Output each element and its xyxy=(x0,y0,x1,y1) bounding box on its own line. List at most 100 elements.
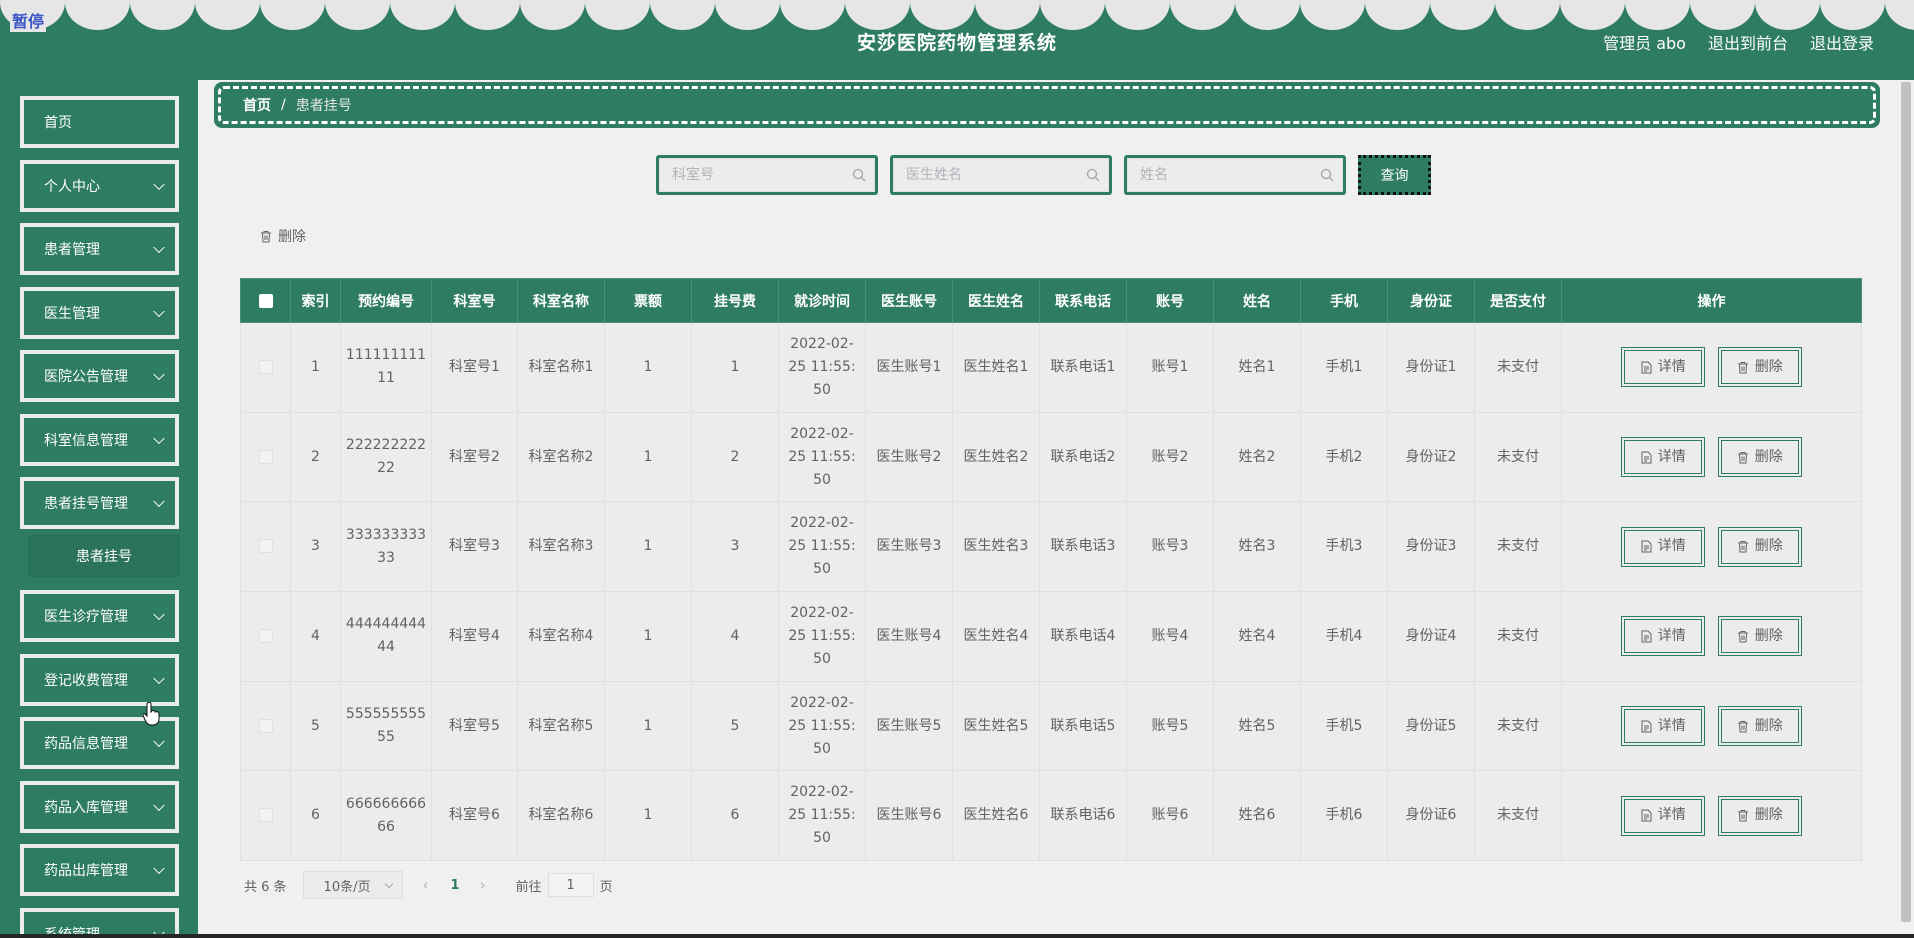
row-checkbox[interactable] xyxy=(258,449,273,464)
breadcrumb-home[interactable]: 首页 xyxy=(243,95,271,115)
detail-button[interactable]: 详情 xyxy=(1621,437,1706,478)
delete-button[interactable]: 删除 xyxy=(1717,795,1802,836)
row-select-cell[interactable] xyxy=(240,322,291,413)
sidebar-item-doctor-management[interactable]: 医生管理 xyxy=(20,287,179,339)
account-cell: 账号4 xyxy=(1126,591,1214,682)
sidebar-item-department-management[interactable]: 科室信息管理 xyxy=(20,414,179,466)
chevron-down-icon xyxy=(153,735,165,748)
breadcrumb: 首页 / 患者挂号 xyxy=(214,82,1880,128)
dept-no-cell: 科室号3 xyxy=(431,501,518,593)
sidebar-item-patient-management[interactable]: 患者管理 xyxy=(20,223,179,275)
sidebar-item-home[interactable]: 首页 xyxy=(20,96,179,148)
scallop-decoration xyxy=(0,0,1914,30)
chevron-down-icon xyxy=(153,799,165,812)
row-checkbox[interactable] xyxy=(258,359,273,374)
chevron-down-icon xyxy=(153,305,165,318)
sidebar-subitem-patient-registration[interactable]: 患者挂号 xyxy=(28,535,180,577)
appointment-no-cell: 111111111 11 xyxy=(340,322,432,413)
sidebar-subitem-label: 患者挂号 xyxy=(76,549,132,565)
batch-delete-button[interactable]: 删除 xyxy=(260,226,306,246)
row-checkbox[interactable] xyxy=(258,539,273,554)
detail-button[interactable]: 详情 xyxy=(1621,706,1706,747)
dept-no-cell: 科室号2 xyxy=(431,411,518,503)
delete-button[interactable]: 删除 xyxy=(1717,437,1802,478)
account-cell: 账号1 xyxy=(1126,322,1214,413)
table-row: 6 666666666 66 科室号6 科室名称6 1 6 2022-02- 25 … xyxy=(240,770,1862,862)
doctor-name-input[interactable] xyxy=(893,158,1109,192)
sidebar-item-label: 患者挂号管理 xyxy=(44,496,128,512)
prev-page-button[interactable]: ‹ xyxy=(423,876,429,894)
delete-label: 删除 xyxy=(1754,538,1783,555)
ticket-cell: 1 xyxy=(604,411,692,503)
detail-label: 详情 xyxy=(1657,358,1686,375)
doctor-name-cell: 医生姓名4 xyxy=(952,591,1040,682)
document-icon xyxy=(1641,540,1652,553)
ticket-cell: 1 xyxy=(604,680,692,772)
delete-button[interactable]: 删除 xyxy=(1717,526,1802,567)
dept-name-cell: 科室名称1 xyxy=(517,322,605,413)
detail-button[interactable]: 详情 xyxy=(1621,616,1706,657)
detail-button[interactable]: 详情 xyxy=(1621,347,1706,388)
breadcrumb-current: 患者挂号 xyxy=(295,98,352,114)
row-checkbox[interactable] xyxy=(258,628,273,643)
next-page-button[interactable]: › xyxy=(480,876,486,894)
appointment-no-part: 555555555 xyxy=(345,706,427,723)
row-select-cell[interactable] xyxy=(240,501,291,593)
appointment-no-part: 44 xyxy=(377,639,395,656)
scallop-shape xyxy=(1885,0,1914,30)
sidebar-item-drug-stock-out-management[interactable]: 药品出库管理 xyxy=(20,844,179,896)
sidebar-item-diagnosis-management[interactable]: 医生诊疗管理 xyxy=(20,590,179,642)
scallop-shape xyxy=(455,0,520,30)
dept-name-cell: 科室名称4 xyxy=(517,591,605,682)
doctor-account-cell: 医生账号2 xyxy=(865,411,953,503)
row-select-cell[interactable] xyxy=(240,680,291,772)
select-all-cell[interactable] xyxy=(240,278,291,323)
name-cell: 姓名5 xyxy=(1213,680,1301,772)
dept-name-cell: 科室名称5 xyxy=(517,680,605,772)
goto-page-input[interactable] xyxy=(547,873,594,897)
select-all-checkbox[interactable] xyxy=(258,293,273,308)
detail-button[interactable]: 详情 xyxy=(1621,526,1706,567)
dept-no-cell: 科室号6 xyxy=(431,770,518,862)
sidebar-item-drug-stock-in-management[interactable]: 药品入库管理 xyxy=(20,781,179,833)
appointment-no-part: 11 xyxy=(377,370,395,387)
sidebar-item-registration-management[interactable]: 患者挂号管理 xyxy=(20,477,179,529)
detail-button[interactable]: 详情 xyxy=(1621,795,1706,836)
appointment-no-part: 111111111 xyxy=(345,347,427,364)
mobile-cell: 手机5 xyxy=(1300,680,1388,772)
page-size-select[interactable]: 10条/页 xyxy=(302,871,403,899)
row-select-cell[interactable] xyxy=(240,591,291,682)
dept-no-cell: 科室号5 xyxy=(431,680,518,772)
row-checkbox[interactable] xyxy=(258,808,273,823)
query-button[interactable]: 查询 xyxy=(1358,155,1431,195)
sidebar-item-label: 医生管理 xyxy=(44,306,100,322)
visit-time-part: 25 11:55: xyxy=(788,448,856,465)
visit-time-cell: 2022-02- 25 11:55: 50 xyxy=(778,591,866,682)
delete-button[interactable]: 删除 xyxy=(1717,347,1802,388)
page-number-current[interactable]: 1 xyxy=(451,878,460,893)
row-select-cell[interactable] xyxy=(240,770,291,862)
document-icon xyxy=(1641,809,1652,822)
sidebar-item-label: 首页 xyxy=(44,115,72,131)
dept-no-input[interactable] xyxy=(659,158,875,192)
delete-label: 删除 xyxy=(1754,448,1783,465)
name-input[interactable] xyxy=(1127,158,1343,192)
row-select-cell[interactable] xyxy=(240,411,291,503)
appointment-no-part: 33 xyxy=(377,549,395,566)
appointment-no-part: 66 xyxy=(377,818,395,835)
sidebar-item-hospital-notice-management[interactable]: 医院公告管理 xyxy=(20,350,179,402)
scallop-shape xyxy=(1560,0,1625,30)
top-header: 暂停 安莎医院药物管理系统 管理员 abo 退出到前台 退出登录 xyxy=(0,0,1914,80)
exit-to-front-link[interactable]: 退出到前台 xyxy=(1708,30,1788,54)
logout-link[interactable]: 退出登录 xyxy=(1810,30,1874,54)
sidebar-item-billing-management[interactable]: 登记收费管理 xyxy=(20,654,179,706)
delete-button[interactable]: 删除 xyxy=(1717,616,1802,657)
chevron-down-icon xyxy=(384,879,393,889)
row-checkbox[interactable] xyxy=(258,718,273,733)
scrollbar-thumb[interactable] xyxy=(1901,82,1911,922)
sidebar-item-label: 药品入库管理 xyxy=(44,800,128,816)
actions-cell: 详情 删除 xyxy=(1561,411,1862,503)
delete-button[interactable]: 删除 xyxy=(1717,706,1802,747)
scallop-shape xyxy=(1040,0,1105,30)
sidebar-item-personal-center[interactable]: 个人中心 xyxy=(20,160,179,212)
